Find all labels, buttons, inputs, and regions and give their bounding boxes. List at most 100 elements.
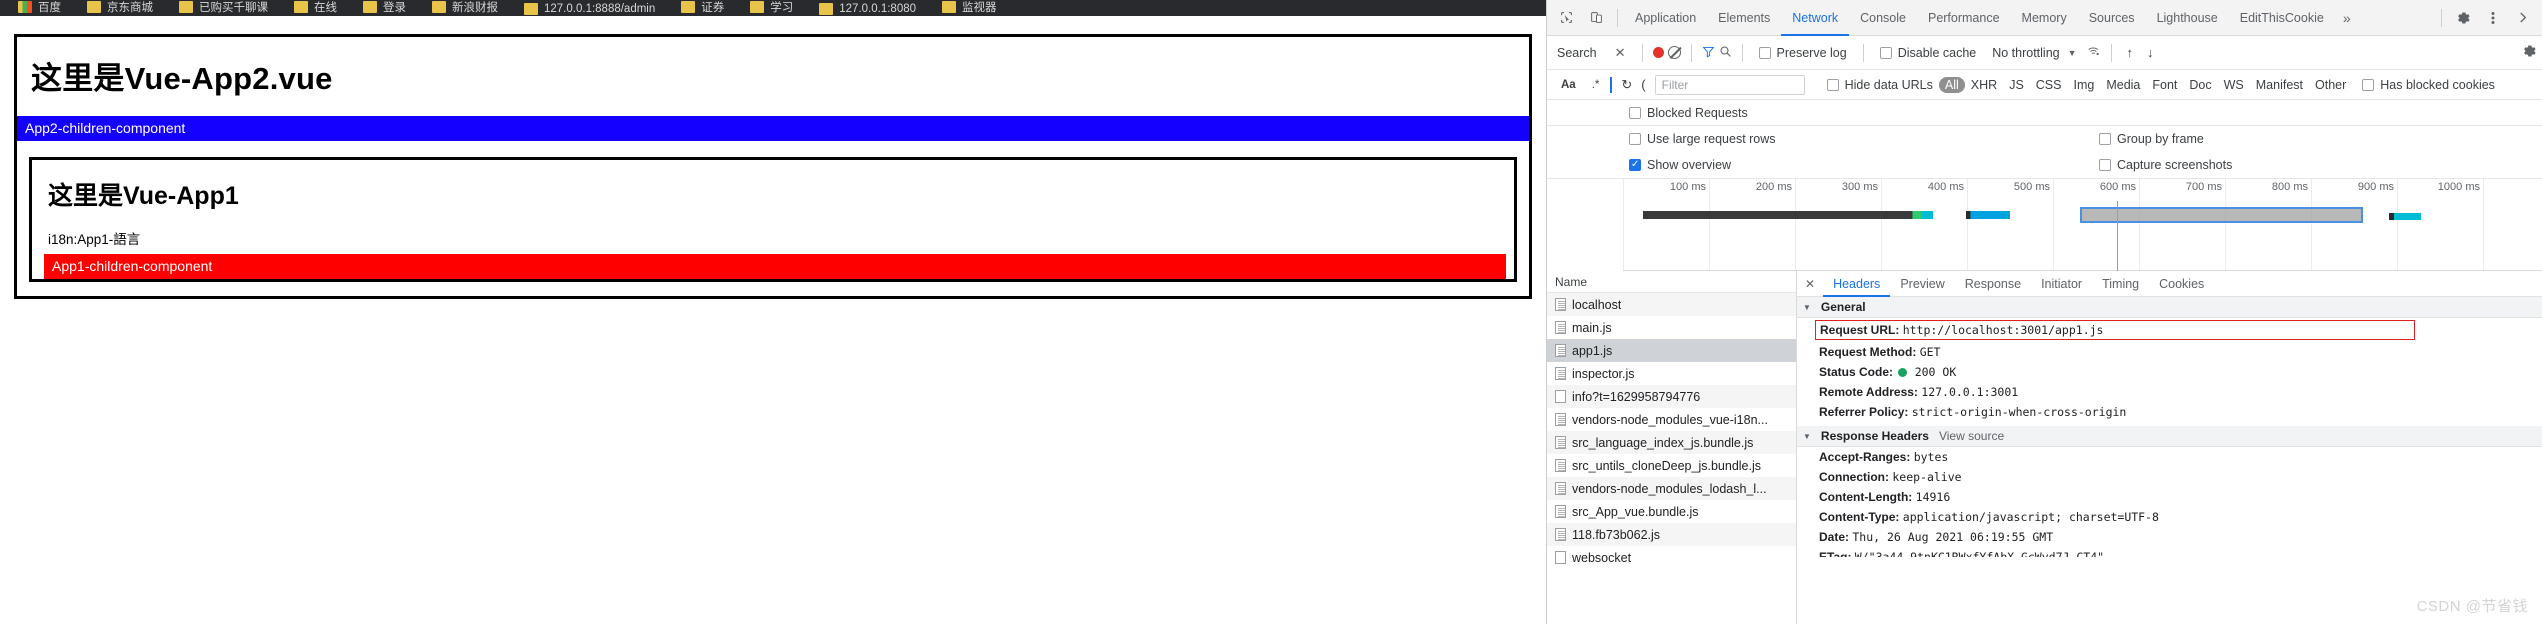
throttling-select[interactable]: No throttling — [1992, 46, 2059, 60]
bookmark-item[interactable]: 127.0.0.1:8888/admin — [524, 3, 655, 16]
tab-sources[interactable]: Sources — [2078, 0, 2146, 36]
resource-type-js[interactable]: JS — [2003, 77, 2030, 93]
bookmark-item[interactable]: 京东商城 — [87, 0, 153, 16]
request-row-localhost[interactable]: localhost — [1547, 293, 1796, 316]
request-row-inspector-js[interactable]: inspector.js — [1547, 362, 1796, 385]
divider — [1690, 43, 1692, 62]
request-name: vendors-node_modules_vue-i18n... — [1572, 412, 1768, 427]
clear-icon[interactable] — [1667, 46, 1681, 59]
request-row-app1-js[interactable]: app1.js — [1547, 339, 1796, 362]
group-by-frame-checkbox[interactable]: Group by frame — [2099, 132, 2536, 146]
request-row-vendors-vue-i18n[interactable]: vendors-node_modules_vue-i18n... — [1547, 408, 1796, 431]
chevron-down-icon[interactable]: ▼ — [2068, 48, 2077, 58]
export-har-icon[interactable]: ↓ — [2142, 45, 2159, 60]
funnel-icon[interactable] — [1702, 45, 1715, 61]
more-tabs-icon[interactable]: » — [2335, 10, 2359, 26]
network-conditions-icon[interactable] — [2087, 45, 2101, 61]
resource-type-manifest[interactable]: Manifest — [2250, 77, 2309, 93]
response-headers-section-header[interactable]: ▼ Response Headers View source — [1797, 426, 2542, 447]
bookmark-label: 新浪财报 — [452, 2, 498, 14]
disable-cache-checkbox[interactable]: Disable cache — [1879, 46, 1976, 60]
resource-type-media[interactable]: Media — [2100, 77, 2146, 93]
checkbox-box — [2099, 159, 2111, 171]
capture-screenshots-checkbox[interactable]: Capture screenshots — [2099, 158, 2536, 172]
bookmark-item[interactable]: 已购买千聊课 — [179, 0, 268, 16]
detail-tab-initiator[interactable]: Initiator — [2031, 271, 2092, 297]
search-label[interactable]: Search — [1553, 46, 1605, 60]
detail-tab-cookies[interactable]: Cookies — [2149, 271, 2214, 297]
close-devtools-icon[interactable] — [2508, 3, 2538, 33]
resource-type-ws[interactable]: WS — [2218, 77, 2250, 93]
cursor-inspect-icon[interactable] — [1551, 3, 1581, 33]
bookmark-item[interactable]: 百度 — [18, 0, 61, 16]
blocked-requests-checkbox[interactable]: Blocked Requests — [1629, 106, 1748, 120]
detail-tab-response[interactable]: Response — [1955, 271, 2031, 297]
search-icon[interactable] — [1719, 45, 1732, 61]
resource-type-all[interactable]: All — [1938, 76, 1965, 93]
overview-tick-label: 1000 ms — [2437, 181, 2480, 193]
bookmark-item[interactable]: 学习 — [750, 0, 793, 16]
detail-tab-preview[interactable]: Preview — [1890, 271, 1954, 297]
refresh-icon[interactable]: ↻ — [1615, 77, 1638, 93]
match-case-icon[interactable]: Aa — [1553, 79, 1584, 91]
show-overview-checkbox[interactable]: Show overview — [1629, 158, 2087, 172]
hide-data-urls-checkbox[interactable]: Hide data URLs — [1826, 78, 1933, 92]
bookmark-item[interactable]: 在线 — [294, 0, 337, 16]
bookmark-item[interactable]: 监视器 — [942, 0, 997, 16]
bookmark-item[interactable]: 127.0.0.1:8080 — [819, 3, 916, 16]
bookmark-item[interactable]: 新浪财报 — [432, 0, 498, 16]
tab-elements[interactable]: Elements — [1707, 0, 1781, 36]
close-search-icon[interactable]: ✕ — [1609, 45, 1632, 61]
request-row-vendors-lodash[interactable]: vendors-node_modules_lodash_l... — [1547, 477, 1796, 500]
import-har-icon[interactable]: ↑ — [2122, 45, 2139, 60]
regex-icon[interactable]: .* — [1584, 79, 1608, 91]
has-blocked-cookies-checkbox[interactable]: Has blocked cookies — [2362, 78, 2495, 92]
request-row-websocket[interactable]: websocket — [1547, 546, 1796, 569]
general-section-header[interactable]: ▼ General — [1797, 297, 2542, 318]
overview-selection[interactable] — [2080, 207, 2363, 223]
filter-input[interactable] — [1654, 74, 1805, 95]
request-row-src-untils-clonedeep[interactable]: src_untils_cloneDeep_js.bundle.js — [1547, 454, 1796, 477]
settings-icon[interactable] — [2522, 44, 2536, 61]
request-name: info?t=1629958794776 — [1572, 389, 1701, 404]
resource-type-css[interactable]: CSS — [2030, 77, 2068, 93]
bookmark-item[interactable]: 登录 — [363, 0, 406, 16]
bookmark-item[interactable]: 证券 — [681, 0, 724, 16]
record-button[interactable] — [1652, 47, 1664, 58]
tab-performance[interactable]: Performance — [1917, 0, 2011, 36]
request-row-src-app-vue-bundle[interactable]: src_App_vue.bundle.js — [1547, 500, 1796, 523]
paren-icon[interactable]: ( — [1638, 77, 1648, 92]
detail-tab-headers[interactable]: Headers — [1823, 271, 1890, 297]
tab-console[interactable]: Console — [1849, 0, 1917, 36]
tab-lighthouse[interactable]: Lighthouse — [2146, 0, 2229, 36]
device-toggle-icon[interactable] — [1581, 3, 1611, 33]
tab-editthiscookie[interactable]: EditThisCookie — [2229, 0, 2335, 36]
bookmark-label: 已购买千聊课 — [199, 2, 268, 14]
status-ok-icon — [1898, 368, 1908, 377]
tab-network[interactable]: Network — [1781, 0, 1849, 36]
request-row-main-js[interactable]: main.js — [1547, 316, 1796, 339]
request-row-info[interactable]: info?t=1629958794776 — [1547, 385, 1796, 408]
resource-type-font[interactable]: Font — [2146, 77, 2183, 93]
app1-children-component-bar: App1-children-component — [44, 254, 1506, 279]
resource-type-doc[interactable]: Doc — [2183, 77, 2217, 93]
resource-type-xhr[interactable]: XHR — [1965, 77, 2003, 93]
gear-icon[interactable] — [2448, 3, 2478, 33]
detail-tab-timing[interactable]: Timing — [2092, 271, 2149, 297]
close-detail-icon[interactable]: ✕ — [1797, 277, 1823, 291]
overview-ticks: 100 ms 200 ms 300 ms 400 ms 500 ms 600 m… — [1623, 179, 2542, 270]
tab-application[interactable]: Application — [1624, 0, 1707, 36]
resource-type-img[interactable]: Img — [2067, 77, 2100, 93]
request-row-src-language-index[interactable]: src_language_index_js.bundle.js — [1547, 431, 1796, 454]
request-list[interactable]: Name localhost main.js app1.js inspector… — [1547, 271, 1797, 624]
kebab-menu-icon[interactable] — [2478, 3, 2508, 33]
resource-type-other[interactable]: Other — [2309, 77, 2352, 93]
request-row-118-fb73b062[interactable]: 118.fb73b062.js — [1547, 523, 1796, 546]
network-overview[interactable]: 100 ms 200 ms 300 ms 400 ms 500 ms 600 m… — [1623, 179, 2542, 271]
tab-memory[interactable]: Memory — [2011, 0, 2078, 36]
blocked-requests-row: Blocked Requests — [1547, 100, 2542, 126]
use-large-request-rows-checkbox[interactable]: Use large request rows — [1629, 132, 2087, 146]
view-source-link[interactable]: View source — [1939, 429, 2004, 443]
folder-icon — [750, 1, 765, 13]
preserve-log-checkbox[interactable]: Preserve log — [1758, 46, 1847, 60]
